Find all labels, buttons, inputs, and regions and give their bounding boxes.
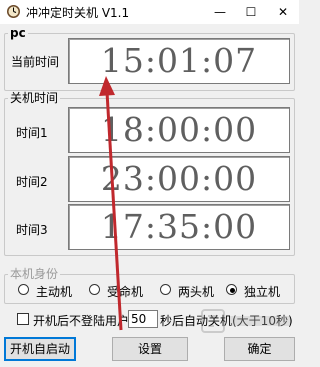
autostart-button[interactable]: 开机自启动 <box>4 337 76 361</box>
time3-label: 时间3 <box>16 223 48 237</box>
close-icon[interactable]: ✕ <box>267 0 299 24</box>
minimize-icon[interactable]: — <box>204 0 236 24</box>
shutdown-time-legend: 关机时间 <box>8 91 61 105</box>
role-group-legend: 本机身份 <box>8 267 61 281</box>
radio-circle[interactable] <box>18 284 29 295</box>
seconds-input[interactable]: 50 <box>128 310 158 328</box>
maximize-icon[interactable]: ☐ <box>235 0 267 24</box>
radio-circle[interactable] <box>226 284 237 295</box>
radio-slave-label: 受命机 <box>107 285 144 299</box>
ok-button[interactable]: 确定 <box>224 337 295 361</box>
settings-button[interactable]: 设置 <box>112 337 188 361</box>
time1-value: 18:00:00 <box>100 110 258 149</box>
time3-field[interactable]: 17:35:00 <box>68 204 290 250</box>
watermark-logo <box>201 309 290 333</box>
clock-app-icon <box>7 5 20 18</box>
radio-master-label: 主动机 <box>36 285 73 299</box>
current-time-value: 15:01:07 <box>100 41 258 80</box>
radio-circle[interactable] <box>160 284 171 295</box>
auto-shutdown-label-before: 开机后不登陆用户 <box>33 314 130 328</box>
time2-value: 23:00:00 <box>100 159 258 198</box>
time2-label: 时间2 <box>16 175 48 189</box>
radio-selected-dot <box>230 288 235 293</box>
time3-value: 17:35:00 <box>100 207 258 246</box>
current-time-display: 15:01:07 <box>68 38 290 84</box>
current-time-label: 当前时间 <box>11 55 60 69</box>
radio-standalone-label: 独立机 <box>244 285 281 299</box>
pc-group-legend: pc <box>8 26 28 40</box>
time2-field[interactable]: 23:00:00 <box>68 156 290 202</box>
window-title: 冲冲定时关机 V1.1 <box>26 6 130 20</box>
title-bar: 冲冲定时关机 V1.1 — ☐ ✕ <box>0 0 299 24</box>
time1-label: 时间1 <box>16 126 48 140</box>
time1-field[interactable]: 18:00:00 <box>68 107 290 153</box>
auto-shutdown-checkbox[interactable] <box>17 313 29 325</box>
radio-circle[interactable] <box>89 284 100 295</box>
radio-both-label: 两头机 <box>178 285 215 299</box>
